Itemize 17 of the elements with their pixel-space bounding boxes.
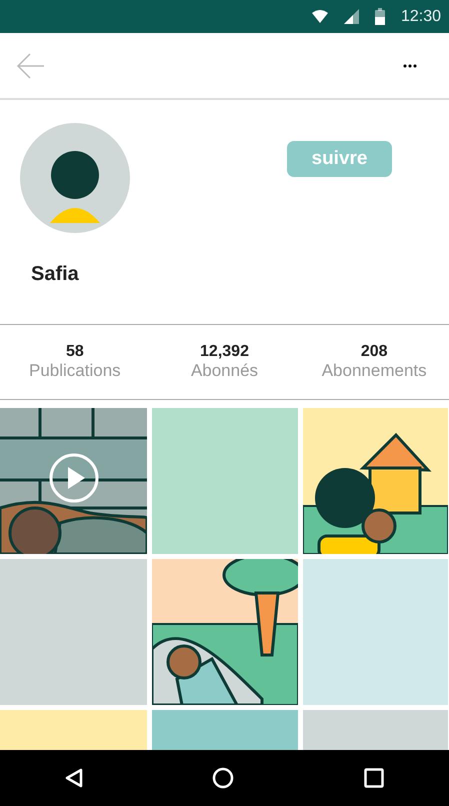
home-icon[interactable] (212, 767, 234, 789)
stat-count: 208 (360, 343, 388, 361)
recents-icon[interactable] (364, 768, 384, 788)
status-time: 12:30 (400, 6, 441, 26)
wifi-icon (312, 10, 328, 23)
play-icon[interactable] (49, 453, 99, 503)
stat-count: 58 (66, 343, 84, 361)
battery-icon (374, 8, 385, 25)
stat-label: Publications (29, 360, 121, 381)
back-icon[interactable] (64, 768, 83, 788)
signal-icon (344, 9, 359, 24)
stat-count: 12,392 (200, 343, 249, 361)
stat-label: Abonnés (190, 360, 258, 381)
profile-name: Safia (31, 262, 80, 287)
more-options-icon[interactable] (403, 64, 417, 68)
stat-label: Abonnements (322, 360, 427, 381)
follow-button[interactable]: suivre (287, 141, 392, 177)
